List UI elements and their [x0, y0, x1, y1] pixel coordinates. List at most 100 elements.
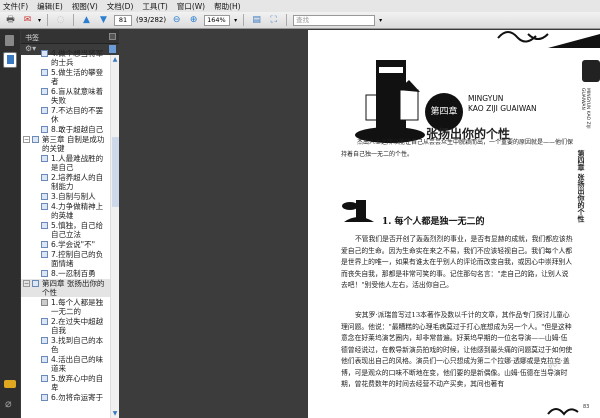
bookmark-item[interactable]: 6.学会说"不" [21, 240, 119, 249]
bookmarks-title: 书签 [25, 34, 39, 42]
bookmark-label: 3.找到自己的本色 [51, 336, 104, 354]
bookmark-icon [41, 155, 48, 162]
scroll-down-icon[interactable]: ▼ [111, 409, 119, 418]
menu-file[interactable]: 文件(F) [3, 1, 28, 12]
bookmark-item[interactable]: 2.在过失中超越自我 [21, 317, 119, 335]
divider [47, 14, 49, 26]
bookmark-label: 第三章 自制是成功的关键 [42, 135, 105, 153]
bookmark-icon [41, 375, 48, 382]
bookmark-icon [41, 69, 48, 76]
zoom-out-icon[interactable]: ⊖ [170, 14, 183, 27]
collapse-toggle-icon[interactable]: − [23, 136, 30, 143]
menu-view[interactable]: 视图(V) [72, 1, 98, 12]
bookmark-icon [41, 203, 48, 210]
page-count: (93/282) [136, 16, 167, 24]
bookmark-label: 4.活出自己的味道来 [51, 355, 104, 373]
bookmark-icon [32, 136, 39, 143]
bottom-ornament [547, 408, 579, 416]
bookmark-item[interactable]: 6.勿将命运寄于 [21, 393, 119, 402]
bookmark-icon [32, 280, 39, 287]
document-background [119, 30, 308, 418]
chapter-pinyin-line2: KAO ZIJI GUAIWAN [468, 104, 537, 113]
email-icon[interactable]: ✉ [21, 14, 34, 27]
email-dropdown-icon[interactable]: ▾ [38, 17, 41, 24]
pages-icon[interactable] [5, 35, 14, 46]
scrollbar-thumb[interactable] [112, 137, 119, 207]
bookmark-item[interactable]: 7.控制自己的负面情绪 [21, 250, 119, 268]
fit-page-icon[interactable]: ▤ [250, 14, 263, 27]
bookmark-label: 1.每个人都是独一无二的 [51, 298, 104, 316]
navigation-pane-strip: ⌀ [0, 30, 20, 418]
bookmark-label: 5.做生活的攀登者 [51, 68, 104, 86]
scroll-up-icon[interactable]: ▲ [111, 55, 119, 64]
menu-help[interactable]: 帮助(H) [214, 1, 241, 12]
bookmark-label: 5.慎独，自己给自己立法 [51, 221, 104, 239]
vertical-scrollbar[interactable]: ▲ ▼ [110, 55, 119, 418]
bookmark-item[interactable]: 4.力争做精神上的英雄 [21, 202, 119, 220]
bookmarks-panel: 书签 ⚙▾ 4.做个想当将军的士兵 5.做生活的攀登者 6.盲从就意味着失败 7.不达… [21, 30, 119, 418]
bookmark-chapter[interactable]: − 第三章 自制是成功的关键 [21, 135, 119, 153]
bookmark-icon [41, 270, 48, 277]
bookmark-label: 6.勿将命运寄于 [51, 393, 104, 402]
pdf-page: 第四章 MINGYUN KAO ZIJI GUAIWAN 张扬出你的个性 MIN… [308, 30, 600, 418]
bookmark-item[interactable]: 5.放弃心中的自卑 [21, 374, 119, 392]
bookmark-icon [41, 50, 48, 57]
bookmark-item[interactable]: 5.慎独，自己给自己立法 [21, 221, 119, 239]
bookmark-item[interactable]: 1.每个人都是独一无二的 [21, 298, 119, 316]
bookmark-icon [41, 337, 48, 344]
bookmark-item[interactable]: 2.培养超人的自制能力 [21, 173, 119, 191]
bookmark-icon [41, 251, 48, 258]
search-dropdown-icon[interactable]: ▾ [379, 17, 382, 24]
paragraph-2: 安其罗·派瑞曾写过13本著作及数以千计的文章，其作品专门探讨儿童心理问题。他说：… [341, 311, 573, 388]
bookmark-label: 1.人最难战胜的是自己 [51, 154, 104, 172]
next-page-icon[interactable]: ▼ [97, 14, 110, 27]
bookmark-item[interactable]: 8.敢于超越自己 [21, 125, 119, 134]
page-number-input[interactable]: 81 [114, 14, 133, 26]
full-screen-icon[interactable]: ⛶ [267, 14, 280, 27]
bookmark-item[interactable]: 3.自制与制人 [21, 192, 119, 201]
comments-icon[interactable] [4, 380, 16, 388]
prev-page-icon[interactable]: ▲ [80, 14, 93, 27]
bookmark-item[interactable]: 1.人最难战胜的是自己 [21, 154, 119, 172]
panel-options-icon[interactable] [109, 33, 116, 40]
bookmark-icon [41, 193, 48, 200]
menu-edit[interactable]: 编辑(E) [37, 1, 63, 12]
bookmark-item[interactable]: 4.做个想当将军的士兵 [21, 49, 119, 67]
menu-window[interactable]: 窗口(W) [177, 1, 205, 12]
chapter-intro: 杰出人士之所以能让自己从芸芸众生中脱颖而出，一个重要的原因就是——他们保持着自己… [341, 139, 574, 158]
bookmark-item[interactable]: 5.做生活的攀登者 [21, 68, 119, 86]
bookmark-item[interactable]: 8.一忍制百勇 [21, 269, 119, 278]
hand-tool-icon[interactable]: ◌ [54, 14, 67, 27]
bookmark-item[interactable]: 3.找到自己的本色 [21, 336, 119, 354]
menu-document[interactable]: 文档(D) [107, 1, 134, 12]
collapse-toggle-icon[interactable]: − [23, 280, 30, 287]
bookmark-label: 6.盲从就意味着失败 [51, 87, 104, 105]
zoom-dropdown-icon[interactable]: ▾ [234, 17, 237, 24]
menu-tools[interactable]: 工具(T) [142, 1, 167, 12]
bookmark-tree: 4.做个想当将军的士兵 5.做生活的攀登者 6.盲从就意味着失败 7.不达目的不罢休 8… [21, 49, 119, 418]
bookmark-item[interactable]: 6.盲从就意味着失败 [21, 87, 119, 105]
divider [286, 14, 288, 26]
search-input[interactable]: 查找 [293, 14, 376, 26]
bookmark-item[interactable]: 4.活出自己的味道来 [21, 355, 119, 373]
bookmarks-header: 书签 [21, 30, 119, 44]
bookmark-icon [41, 88, 48, 95]
zoom-input[interactable]: 164% [204, 14, 231, 26]
bookmark-item[interactable]: 7.不达目的不罢休 [21, 106, 119, 124]
zoom-in-icon[interactable]: ⊕ [187, 14, 200, 27]
side-pinyin: MINGYUN KAO ZIJI GUAIWAN [580, 88, 590, 129]
bookmark-label: 4.力争做精神上的英雄 [51, 202, 104, 220]
bookmark-icon [41, 126, 48, 133]
bookmark-label: 2.培养超人的自制能力 [51, 173, 104, 191]
side-illustration [582, 60, 600, 82]
bookmark-icon [41, 318, 48, 325]
bookmark-icon [41, 394, 48, 401]
bookmark-label: 2.在过失中超越自我 [51, 317, 104, 335]
bookmarks-icon[interactable] [3, 52, 17, 68]
divider [243, 14, 245, 26]
bookmark-chapter[interactable]: − 第四章 张扬出你的个性 [21, 279, 119, 297]
attachment-icon[interactable]: ⌀ [5, 398, 12, 410]
print-icon[interactable]: 🖶 [4, 14, 17, 27]
bookmark-icon [41, 241, 48, 248]
bookmark-icon [41, 174, 48, 181]
